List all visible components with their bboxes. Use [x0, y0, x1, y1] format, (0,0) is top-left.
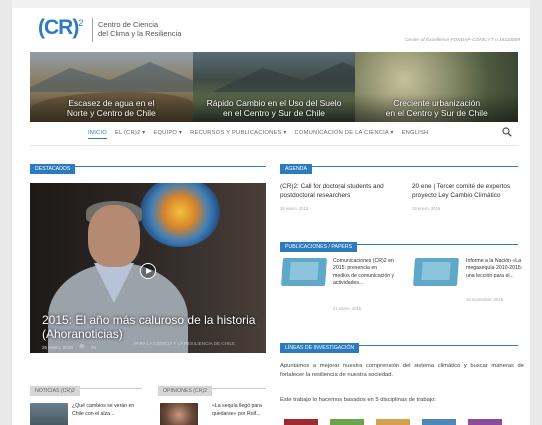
- publication-item-2[interactable]: Informe a la Nación «La megasequía 2010-…: [466, 258, 526, 280]
- featured-video-meta: 25 enero, 2016 👁 76: [42, 344, 96, 350]
- logo-text: Centro de Ciencia del Clima y la Resilie…: [98, 20, 181, 38]
- discipline-square-3[interactable]: [376, 419, 410, 425]
- opiniones-heading: OPINIONES (CR)2: [158, 379, 266, 396]
- banner-panel-urbanization[interactable]: Creciente urbanización en el Centro y Su…: [355, 52, 519, 122]
- publication-thumbnail-2[interactable]: [413, 258, 459, 286]
- publication-date-1: 21 enero, 2016: [333, 306, 362, 311]
- noticias-heading: NOTICIAS (CR)2: [30, 379, 142, 396]
- publication-thumbnail-1[interactable]: [281, 258, 327, 286]
- video-date: 25 enero, 2016: [42, 344, 73, 350]
- publication-date-2: 18 noviembre, 2015: [466, 297, 504, 302]
- banner-caption-urbanization: Creciente urbanización en el Centro y Su…: [385, 98, 488, 118]
- banner-panel-water[interactable]: Escasez de agua en el Norte y Centro de …: [30, 52, 193, 122]
- hero-banner: Escasez de agua en el Norte y Centro de …: [30, 52, 519, 122]
- browser-frame-right: [530, 0, 542, 425]
- banner-caption-water: Escasez de agua en el Norte y Centro de …: [66, 98, 156, 118]
- nav-item-english[interactable]: ENGLISH: [402, 130, 429, 139]
- nav-item-recursos[interactable]: RECURSOS Y PUBLICACIONES ▾: [190, 130, 286, 139]
- lineas-heading: LÍNEAS DE INVESTIGACIÓN: [280, 336, 518, 353]
- nav-item-comunicacion[interactable]: COMUNICACIÓN DE LA CIENCIA ▾: [295, 130, 394, 139]
- search-icon[interactable]: [502, 127, 512, 137]
- news-thumbnail[interactable]: [30, 403, 68, 425]
- publicaciones-heading: PUBLICACIONES / PAPERS: [280, 235, 518, 252]
- speaker-head: [88, 205, 140, 267]
- publication-item-1[interactable]: Comunicaciones (CR)2 en 2015: presencia …: [333, 258, 395, 288]
- featured-video[interactable]: 2015: El año más caluroso de la historia…: [30, 183, 266, 353]
- news-item[interactable]: ¿Qué cambios se verán en Chile con el al…: [72, 403, 142, 418]
- nav-item-inicio[interactable]: INICIO: [88, 130, 107, 139]
- site-logo[interactable]: (CR)2: [38, 16, 83, 40]
- opinion-item[interactable]: «La sequía llegó para quedarse» por Rolf…: [212, 403, 270, 418]
- logo-line-1: Centro de Ciencia: [98, 20, 159, 29]
- eye-icon: 👁: [78, 344, 85, 349]
- main-nav: INICIO EL (CR)2 ▾ EQUIPO ▾ RECURSOS Y PU…: [30, 122, 518, 146]
- discipline-square-5[interactable]: [468, 419, 502, 425]
- video-views: 76: [90, 344, 96, 350]
- logo-divider: [92, 18, 93, 42]
- browser-frame-top: [0, 0, 542, 8]
- discipline-square-4[interactable]: [422, 419, 456, 425]
- destacados-heading: DESTACADOS: [30, 157, 266, 174]
- lineas-paragraph-2: Este trabajo lo hacemos basados en 5 dis…: [280, 397, 436, 403]
- agenda-heading: AGENDA: [280, 157, 518, 174]
- agenda-date-1: 26 enero, 2016: [280, 206, 309, 211]
- play-icon[interactable]: [140, 263, 156, 279]
- agenda-date-2: 19 enero, 2016: [412, 206, 441, 211]
- nav-item-el-cr2[interactable]: EL (CR)2 ▾: [115, 130, 145, 139]
- browser-frame-left: [0, 0, 12, 425]
- discipline-square-2[interactable]: [330, 419, 364, 425]
- banner-caption-land-use: Rápido Cambio en el Uso del Suelo en el …: [206, 98, 342, 118]
- site-header: (CR)2 Centro de Ciencia del Clima y la R…: [12, 8, 530, 52]
- banner-panel-land-use[interactable]: Rápido Cambio en el Uso del Suelo en el …: [192, 52, 356, 122]
- logo-line-2: del Clima y la Resiliencia: [98, 29, 182, 38]
- opinion-thumbnail[interactable]: [160, 403, 198, 425]
- agenda-item-2[interactable]: 20 ene | Tercer comité de expertos proye…: [412, 182, 522, 200]
- discipline-square-1[interactable]: [284, 419, 318, 425]
- agenda-item-1[interactable]: (CR)2: Call for doctoral students and po…: [280, 182, 390, 200]
- featured-video-title[interactable]: 2015: El año más caluroso de la historia…: [42, 313, 255, 341]
- nav-item-equipo[interactable]: EQUIPO ▾: [153, 130, 182, 139]
- lineas-paragraph: Apuntamos a mejorar nuestra comprensión …: [280, 363, 524, 378]
- video-watermark: ...PARA LA CIENCIA Y LA RESILIENCIA DE C…: [130, 341, 235, 346]
- center-of-excellence-note: Center of Excellence FONDAP-CONICYT n.15…: [404, 38, 520, 43]
